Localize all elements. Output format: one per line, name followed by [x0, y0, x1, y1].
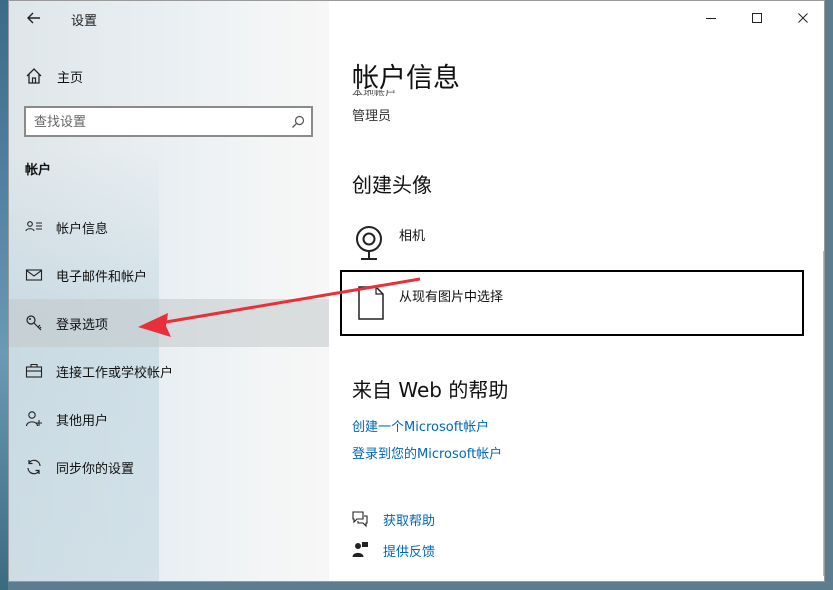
sync-icon: [25, 458, 43, 476]
person-add-icon: [25, 410, 43, 428]
sidebar-item-other-users[interactable]: 其他用户: [9, 395, 329, 443]
sidebar-item-email-accounts[interactable]: 电子邮件和帐户: [9, 251, 329, 299]
sidebar-item-sync-settings[interactable]: 同步你的设置: [9, 443, 329, 491]
search-icon[interactable]: [291, 114, 305, 128]
scrollbar[interactable]: [823, 251, 824, 576]
sidebar-item-label: 其他用户: [56, 414, 109, 429]
home-icon: [25, 67, 43, 85]
give-feedback-label: 提供反馈: [383, 545, 436, 560]
settings-window: 设置 主页 帐户 帐户信息 电子邮件和帐户: [8, 0, 825, 582]
get-help-link[interactable]: 获取帮助: [351, 508, 551, 530]
account-type-text: 本地帐户: [352, 90, 396, 96]
give-feedback-link[interactable]: 提供反馈: [351, 539, 551, 561]
briefcase-icon: [25, 362, 43, 380]
sign-in-microsoft-account-link[interactable]: 登录到您的Microsoft帐户: [352, 443, 502, 462]
sidebar-item-account-info[interactable]: 帐户信息: [9, 203, 329, 251]
chat-help-icon: [351, 510, 369, 528]
account-role: 管理员: [352, 109, 392, 124]
sidebar-item-label: 同步你的设置: [56, 462, 135, 477]
sidebar-item-sign-in-options[interactable]: 登录选项: [9, 299, 329, 347]
main-content: 帐户信息 本地帐户 管理员 创建头像 相机 从现有图片中选择 来自 Web 的帮…: [329, 1, 824, 581]
sidebar-item-label: 帐户信息: [56, 222, 109, 237]
window-title: 设置: [71, 14, 98, 29]
home-label: 主页: [57, 71, 84, 86]
desktop-background: [0, 0, 8, 590]
camera-label: 相机: [399, 229, 426, 244]
choose-existing-label: 从现有图片中选择: [399, 290, 504, 305]
file-icon: [358, 286, 384, 320]
choose-existing-picture-option[interactable]: 从现有图片中选择: [340, 270, 804, 336]
web-help-heading: 来自 Web 的帮助: [352, 378, 509, 402]
sidebar-item-label: 登录选项: [56, 318, 109, 333]
create-microsoft-account-link[interactable]: 创建一个Microsoft帐户: [352, 416, 489, 435]
maximize-button[interactable]: [743, 7, 771, 29]
minimize-button[interactable]: [697, 7, 725, 29]
close-button[interactable]: [789, 7, 817, 29]
search-box[interactable]: [24, 106, 313, 137]
key-icon: [25, 314, 43, 332]
get-help-label: 获取帮助: [383, 514, 436, 529]
feedback-icon: [351, 541, 369, 559]
sidebar-item-label: 电子邮件和帐户: [56, 270, 148, 285]
avatar-heading: 创建头像: [352, 173, 432, 197]
section-title: 帐户: [25, 163, 52, 178]
sidebar-item-home[interactable]: 主页: [9, 59, 329, 93]
camera-option[interactable]: 相机: [351, 221, 651, 265]
back-arrow-icon[interactable]: [23, 7, 45, 29]
search-input[interactable]: [34, 112, 274, 132]
sidebar-item-label: 连接工作或学校帐户: [56, 366, 174, 381]
mail-icon: [25, 266, 43, 284]
camera-icon: [353, 225, 385, 261]
sidebar-item-work-school[interactable]: 连接工作或学校帐户: [9, 347, 329, 395]
person-card-icon: [25, 218, 43, 236]
sidebar: 设置 主页 帐户 帐户信息 电子邮件和帐户: [9, 1, 329, 581]
